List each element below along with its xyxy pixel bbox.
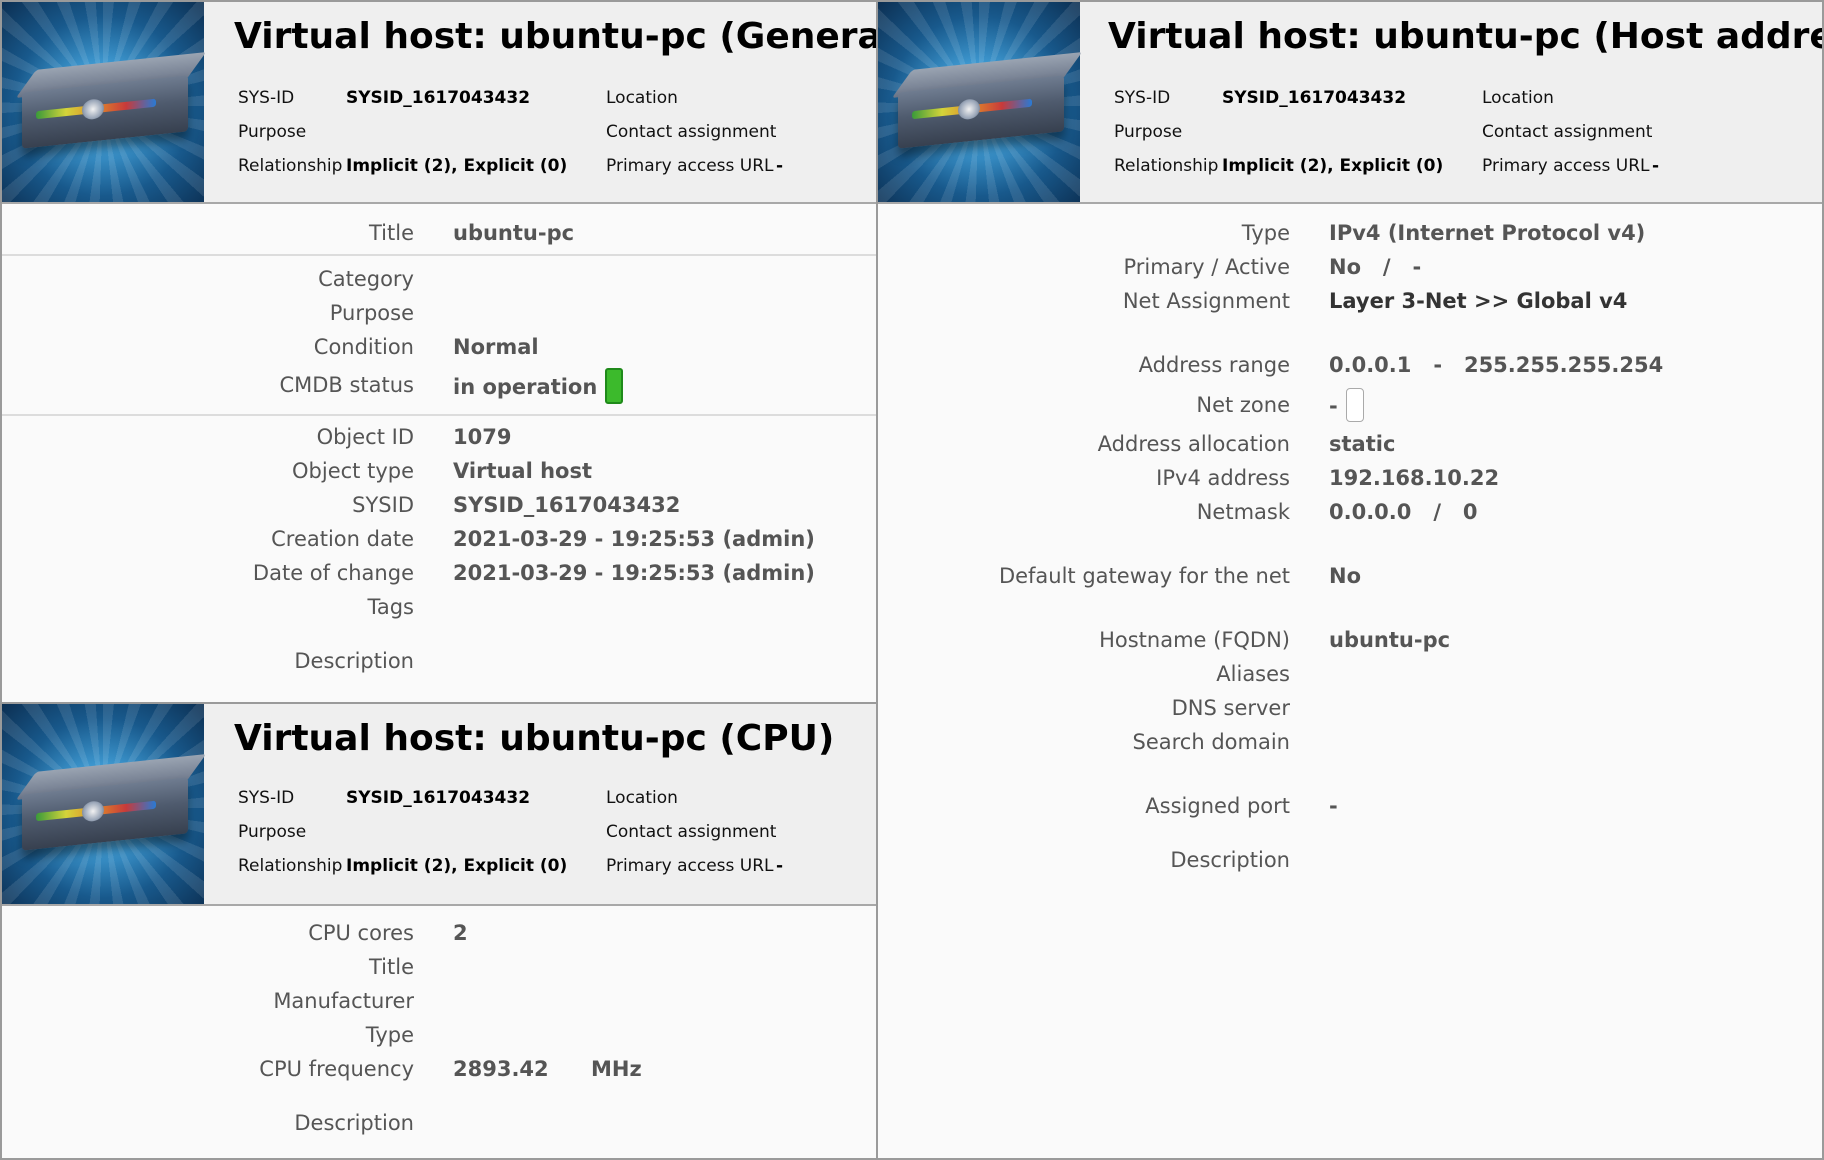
field-value-default-gateway: No bbox=[1329, 564, 1362, 588]
page-title: Virtual host: ubuntu-pc (General) bbox=[234, 16, 878, 57]
cmdb-status-indicator bbox=[605, 368, 624, 404]
field-label-title: Title bbox=[368, 955, 414, 979]
url-value[interactable]: - bbox=[776, 856, 783, 876]
relationship-value[interactable]: Implicit (2), Explicit (0) bbox=[346, 856, 567, 876]
field-value-object-id: 1079 bbox=[453, 425, 512, 449]
field-value-type: IPv4 (Internet Protocol v4) bbox=[1329, 221, 1646, 245]
server-thumbnail bbox=[2, 2, 207, 202]
field-value-ipv4-address: 192.168.10.22 bbox=[1329, 466, 1500, 490]
relationship-value[interactable]: Implicit (2), Explicit (0) bbox=[1222, 156, 1443, 176]
contact-label: Contact assignment bbox=[1482, 122, 1653, 142]
purpose-label: Purpose bbox=[1114, 122, 1183, 142]
field-label-address-range: Address range bbox=[1138, 353, 1290, 377]
field-label-condition: Condition bbox=[313, 335, 414, 359]
cpu-panel: Virtual host: ubuntu-pc (CPU) SYS-ID SYS… bbox=[0, 702, 878, 1160]
url-label: Primary access URL bbox=[1482, 156, 1650, 176]
relationship-label: Relationship bbox=[238, 856, 343, 876]
field-value-address-allocation: static bbox=[1329, 432, 1396, 456]
field-label-ipv4-address: IPv4 address bbox=[1156, 466, 1290, 490]
field-label-assigned-port: Assigned port bbox=[1145, 794, 1290, 818]
sysid-label: SYS-ID bbox=[238, 788, 295, 808]
location-label: Location bbox=[1482, 88, 1554, 108]
field-label-cmdb-status: CMDB status bbox=[279, 373, 414, 397]
field-label-cpu-frequency: CPU frequency bbox=[259, 1057, 414, 1081]
sysid-label: SYS-ID bbox=[1114, 88, 1171, 108]
field-value-condition: Normal bbox=[453, 335, 539, 359]
url-value[interactable]: - bbox=[1652, 156, 1659, 176]
field-label-title: Title bbox=[368, 221, 414, 245]
field-label-purpose: Purpose bbox=[329, 301, 414, 325]
field-value-date-of-change: 2021-03-29 - 19:25:53 (admin) bbox=[453, 561, 815, 585]
divider bbox=[2, 414, 876, 416]
field-label-object-id: Object ID bbox=[316, 425, 414, 449]
field-label-sysid: SYSID bbox=[352, 493, 414, 517]
field-value-sysid: SYSID_1617043432 bbox=[453, 493, 681, 517]
field-value-frequency-unit: MHz bbox=[591, 1057, 642, 1081]
object-header: Virtual host: ubuntu-pc (CPU) SYS-ID SYS… bbox=[2, 704, 876, 906]
field-value-cpu-frequency: 2893.42 bbox=[453, 1057, 549, 1081]
field-label-description: Description bbox=[294, 1111, 414, 1135]
relationship-label: Relationship bbox=[238, 156, 343, 176]
field-label-category: Category bbox=[318, 267, 414, 291]
url-label: Primary access URL bbox=[606, 856, 774, 876]
field-label-description: Description bbox=[1170, 848, 1290, 872]
field-label-address-allocation: Address allocation bbox=[1097, 432, 1290, 456]
relationship-label: Relationship bbox=[1114, 156, 1219, 176]
field-label-aliases: Aliases bbox=[1216, 662, 1290, 686]
field-label-default-gateway: Default gateway for the net bbox=[998, 564, 1290, 588]
contact-label: Contact assignment bbox=[606, 822, 777, 842]
server-thumbnail bbox=[2, 704, 207, 904]
field-label-net-zone: Net zone bbox=[1196, 393, 1290, 417]
sysid-label: SYS-ID bbox=[238, 88, 295, 108]
field-label-creation-date: Creation date bbox=[271, 527, 414, 551]
server-thumbnail bbox=[878, 2, 1083, 202]
field-label-description: Description bbox=[294, 649, 414, 673]
page-title: Virtual host: ubuntu-pc (Host address) bbox=[1108, 16, 1824, 57]
location-label: Location bbox=[606, 788, 678, 808]
field-value-cpu-cores: 2 bbox=[453, 921, 468, 945]
field-value-net-assignment[interactable]: Layer 3-Net >> Global v4 bbox=[1329, 286, 1627, 316]
contact-label: Contact assignment bbox=[606, 122, 777, 142]
field-label-type: Type bbox=[365, 1023, 414, 1047]
general-panel: Virtual host: ubuntu-pc (General) SYS-ID… bbox=[0, 0, 878, 704]
field-value-title: ubuntu-pc bbox=[453, 221, 575, 245]
field-label-tags: Tags bbox=[367, 595, 415, 619]
field-value-net-zone: - bbox=[1329, 394, 1338, 418]
field-value-primary-active: No / - bbox=[1329, 255, 1422, 279]
sysid-value: SYSID_1617043432 bbox=[346, 788, 531, 808]
field-label-cpu-cores: CPU cores bbox=[308, 921, 414, 945]
field-label-dns-server: DNS server bbox=[1171, 696, 1290, 720]
object-header: Virtual host: ubuntu-pc (Host address) S… bbox=[878, 2, 1822, 204]
field-value-netmask: 0.0.0.0 / 0 bbox=[1329, 500, 1478, 524]
field-label-type: Type bbox=[1241, 221, 1290, 245]
field-value-assigned-port: - bbox=[1329, 794, 1338, 818]
net-zone-color-swatch bbox=[1345, 388, 1364, 422]
divider bbox=[2, 254, 876, 256]
location-label: Location bbox=[606, 88, 678, 108]
sysid-value: SYSID_1617043432 bbox=[1222, 88, 1407, 108]
page-title: Virtual host: ubuntu-pc (CPU) bbox=[234, 718, 835, 759]
field-label-search-domain: Search domain bbox=[1132, 730, 1290, 754]
host-address-panel: Virtual host: ubuntu-pc (Host address) S… bbox=[876, 0, 1824, 1160]
field-value-hostname: ubuntu-pc bbox=[1329, 628, 1451, 652]
field-label-manufacturer: Manufacturer bbox=[273, 989, 414, 1013]
field-value-cmdb-status: in operation bbox=[453, 375, 598, 399]
field-label-net-assignment: Net Assignment bbox=[1122, 289, 1290, 313]
field-value-address-range: 0.0.0.1 - 255.255.255.254 bbox=[1329, 353, 1664, 377]
field-label-netmask: Netmask bbox=[1196, 500, 1290, 524]
url-label: Primary access URL bbox=[606, 156, 774, 176]
url-value[interactable]: - bbox=[776, 156, 783, 176]
field-value-creation-date: 2021-03-29 - 19:25:53 (admin) bbox=[453, 527, 815, 551]
field-label-hostname: Hostname (FQDN) bbox=[1099, 628, 1290, 652]
field-label-primary-active: Primary / Active bbox=[1123, 255, 1290, 279]
field-label-date-of-change: Date of change bbox=[252, 561, 414, 585]
purpose-label: Purpose bbox=[238, 822, 307, 842]
field-label-object-type: Object type bbox=[292, 459, 414, 483]
sysid-value: SYSID_1617043432 bbox=[346, 88, 531, 108]
object-header: Virtual host: ubuntu-pc (General) SYS-ID… bbox=[2, 2, 876, 204]
field-value-object-type: Virtual host bbox=[453, 459, 593, 483]
relationship-value[interactable]: Implicit (2), Explicit (0) bbox=[346, 156, 567, 176]
purpose-label: Purpose bbox=[238, 122, 307, 142]
